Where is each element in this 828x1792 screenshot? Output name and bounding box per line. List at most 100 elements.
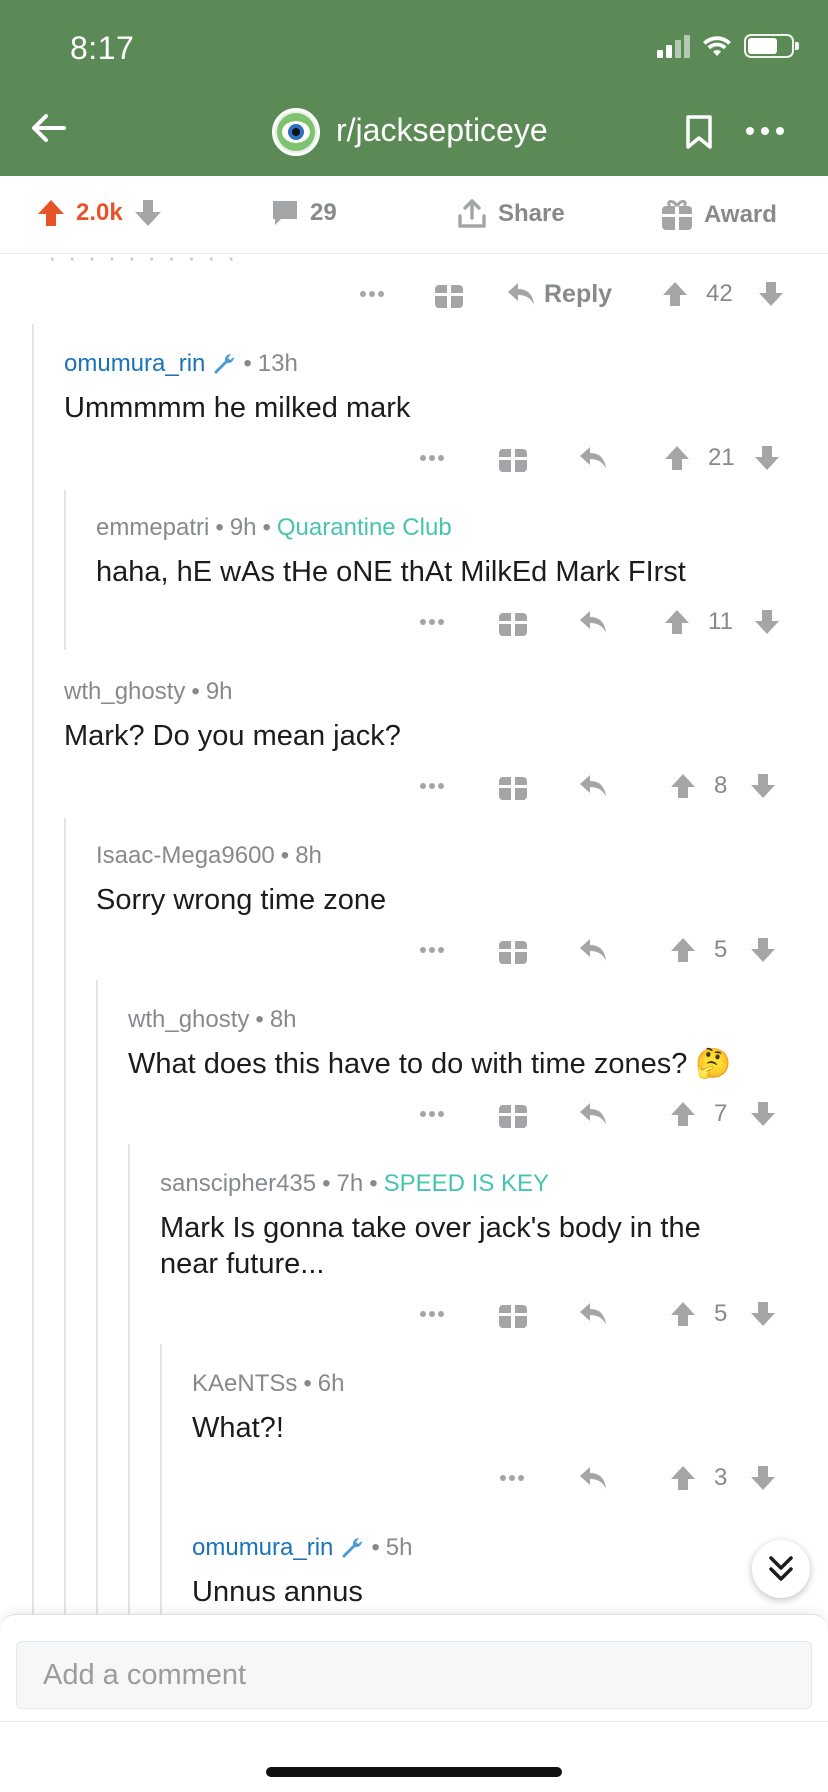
comment-input[interactable]	[16, 1641, 812, 1709]
award-button[interactable]	[496, 766, 530, 806]
comment-author[interactable]: wth_ghosty	[128, 1006, 249, 1034]
award-button[interactable]	[496, 602, 530, 642]
downvote-button[interactable]	[756, 274, 786, 314]
downvote-button[interactable]	[748, 1294, 778, 1334]
meta-separator: •	[303, 1370, 312, 1397]
award-button[interactable]	[496, 930, 530, 970]
reply-button[interactable]	[576, 1294, 610, 1334]
battery-icon	[744, 34, 799, 58]
downvote-icon	[751, 774, 775, 798]
more-options-button[interactable]	[412, 602, 452, 642]
reply-button[interactable]: Reply	[506, 274, 612, 314]
downvote-button[interactable]	[748, 1458, 778, 1498]
reply-arrow-icon	[580, 939, 606, 961]
user-flair: SPEED IS KEY	[383, 1170, 550, 1197]
gift-icon	[499, 941, 527, 964]
upvote-button[interactable]	[668, 930, 698, 970]
reply-button[interactable]	[576, 1458, 610, 1498]
award-button[interactable]	[496, 438, 530, 478]
upvote-button[interactable]	[660, 274, 690, 314]
comment-body: Mark Is gonna take over jack's body in t…	[160, 1212, 701, 1280]
more-options-button[interactable]	[412, 1294, 452, 1334]
comment-author[interactable]: omumura_rin	[192, 1534, 333, 1562]
comment-author[interactable]: emmepatri	[96, 514, 209, 542]
upvote-icon[interactable]	[36, 198, 66, 228]
award-button[interactable]: Award	[660, 198, 777, 232]
more-options-button[interactable]	[412, 930, 452, 970]
downvote-button[interactable]	[748, 1094, 778, 1134]
comment-author[interactable]: wth_ghosty	[64, 678, 185, 706]
upvote-button[interactable]	[668, 1294, 698, 1334]
subreddit-name[interactable]: r/jacksepticeye	[336, 112, 548, 149]
comment-author[interactable]: KAeNTSs	[192, 1370, 297, 1398]
reply-arrow-icon	[508, 283, 534, 305]
upvote-button[interactable]	[662, 438, 692, 478]
downvote-button[interactable]	[748, 930, 778, 970]
downvote-button[interactable]	[748, 766, 778, 806]
downvote-button[interactable]	[752, 602, 782, 642]
reply-button[interactable]	[576, 438, 610, 478]
meta-separator: •	[215, 514, 224, 541]
upvote-icon	[671, 774, 695, 798]
comment-body: What?!	[192, 1412, 284, 1444]
eye-logo-icon	[277, 113, 315, 151]
bookmark-icon[interactable]	[684, 114, 714, 150]
comment-score: 5	[714, 1300, 728, 1327]
reply-arrow-icon	[580, 447, 606, 469]
comment-author[interactable]: omumura_rin	[64, 350, 205, 378]
meta-separator: •	[369, 1170, 378, 1197]
more-options-button[interactable]	[492, 1458, 532, 1498]
cropped-comment-text: · · · · · · · · · ·	[48, 254, 238, 272]
gift-icon	[499, 449, 527, 472]
more-options-button[interactable]	[412, 1094, 452, 1134]
reply-button[interactable]	[576, 766, 610, 806]
subreddit-avatar[interactable]	[272, 108, 320, 156]
downvote-icon	[751, 1102, 775, 1126]
more-dots-icon	[420, 455, 444, 461]
award-button[interactable]	[432, 274, 466, 314]
more-dots-icon	[420, 619, 444, 625]
post-comments-button[interactable]: 29	[270, 198, 337, 228]
more-options-button[interactable]	[352, 274, 392, 314]
upvote-icon	[665, 610, 689, 634]
comment-meta: omumura_rin • 5h	[192, 1534, 413, 1562]
comment-actions: 7	[0, 1094, 828, 1134]
upvote-button[interactable]	[668, 1094, 698, 1134]
more-options-button[interactable]	[412, 438, 452, 478]
next-comment-button[interactable]	[752, 1540, 810, 1598]
post-action-bar: 2.0k 29 Share Award	[0, 176, 828, 254]
award-label: Award	[704, 201, 777, 228]
upvote-button[interactable]	[668, 766, 698, 806]
award-button[interactable]	[496, 1094, 530, 1134]
meta-separator: •	[322, 1170, 331, 1197]
comment-bubble-icon	[273, 201, 297, 225]
upvote-button[interactable]	[662, 602, 692, 642]
back-arrow-icon[interactable]	[28, 108, 68, 148]
more-options-icon[interactable]	[744, 118, 786, 144]
comment-count: 29	[310, 199, 337, 226]
comment-author[interactable]: sanscipher435	[160, 1170, 316, 1198]
award-button[interactable]	[496, 1294, 530, 1334]
upvote-button[interactable]	[668, 1458, 698, 1498]
more-options-button[interactable]	[412, 766, 452, 806]
share-label: Share	[498, 200, 565, 227]
divider	[0, 1721, 828, 1722]
comment-score: 11	[708, 608, 733, 635]
share-button[interactable]: Share	[456, 198, 565, 230]
comment-score: 42	[706, 280, 733, 307]
more-dots-icon	[360, 291, 384, 297]
reply-button[interactable]	[576, 930, 610, 970]
comment-meta: wth_ghosty • 8h	[128, 1006, 297, 1034]
comment-actions: 5	[0, 1294, 828, 1334]
comment-meta: wth_ghosty • 9h	[64, 678, 233, 706]
comment-actions: Reply 42	[0, 274, 828, 314]
downvote-icon	[755, 610, 779, 634]
comment-author[interactable]: Isaac-Mega9600	[96, 842, 275, 870]
downvote-button[interactable]	[752, 438, 782, 478]
downvote-icon[interactable]	[133, 198, 163, 228]
comment-actions: 3	[0, 1458, 828, 1498]
reply-button[interactable]	[576, 1094, 610, 1134]
reply-button[interactable]	[576, 602, 610, 642]
gift-icon	[499, 1305, 527, 1328]
comment-body: Unnus annus	[192, 1576, 363, 1608]
